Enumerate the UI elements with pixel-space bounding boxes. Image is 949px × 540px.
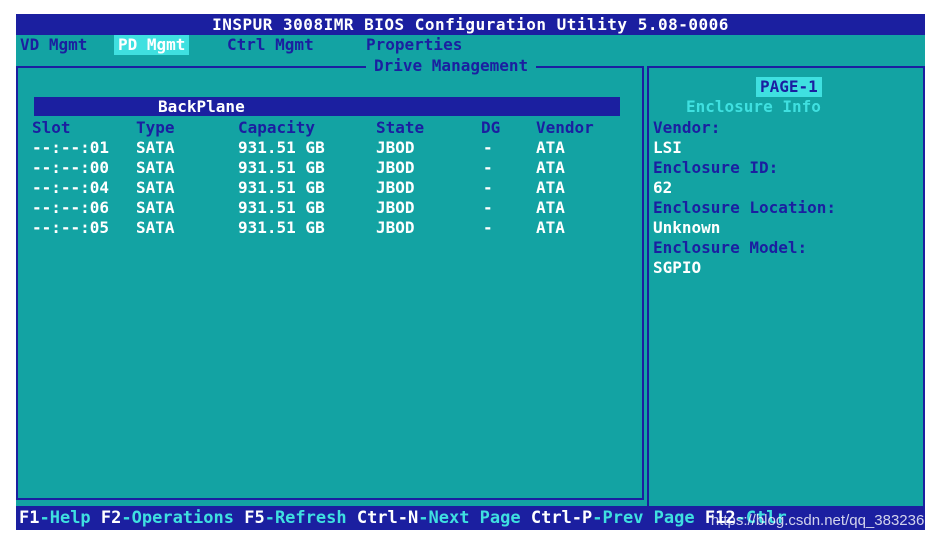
enclosure-model-label: Enclosure Model: — [653, 238, 808, 257]
vendor-value: LSI — [653, 138, 682, 157]
page-indicator: PAGE-1 — [756, 77, 822, 97]
ctrl-n-text: -Next Page — [418, 508, 531, 528]
f5-key[interactable]: F5 — [244, 508, 264, 528]
f5-text: -Refresh — [264, 508, 357, 528]
menu-pd-mgmt[interactable]: PD Mgmt — [114, 35, 190, 55]
cell-vendor: ATA — [536, 158, 565, 177]
cell-capacity: 931.51 GB — [238, 218, 325, 237]
cell-state: JBOD — [376, 218, 415, 237]
menu-vd-mgmt[interactable]: VD Mgmt — [16, 35, 91, 55]
enclosure-location-value: Unknown — [653, 218, 721, 237]
ctrl-n-key[interactable]: Ctrl-N — [357, 508, 418, 528]
backplane-header[interactable]: BackPlane — [34, 97, 620, 116]
cell-type: SATA — [136, 198, 175, 217]
f1-text: -Help — [39, 508, 101, 528]
vendor-label: Vendor: — [653, 118, 721, 137]
f2-key[interactable]: F2 — [101, 508, 121, 528]
enclosure-model-value: SGPIO — [653, 258, 702, 277]
cell-dg: - — [483, 178, 493, 197]
bios-screen: INSPUR 3008IMR BIOS Configuration Utilit… — [16, 14, 925, 530]
f2-text: -Operations — [121, 508, 245, 528]
cell-type: SATA — [136, 138, 175, 157]
backplane-label: BackPlane — [158, 97, 245, 116]
enclosure-location-label: Enclosure Location: — [653, 198, 837, 217]
cell-capacity: 931.51 GB — [238, 138, 325, 157]
enclosure-id-label: Enclosure ID: — [653, 158, 779, 177]
ctrl-p-key[interactable]: Ctrl-P — [531, 508, 592, 528]
col-capacity: Capacity — [238, 118, 316, 137]
menu-bar: VD Mgmt PD Mgmt Ctrl Mgmt Properties — [16, 35, 925, 55]
ctrl-p-text: -Prev Page — [592, 508, 705, 528]
cell-slot: --:--:05 — [32, 218, 110, 237]
cell-vendor: ATA — [536, 218, 565, 237]
cell-vendor: ATA — [536, 138, 565, 157]
cell-type: SATA — [136, 218, 175, 237]
f1-key[interactable]: F1 — [19, 508, 39, 528]
enclosure-id-value: 62 — [653, 178, 673, 197]
enclosure-info-title: Enclosure Info — [686, 97, 821, 116]
cell-type: SATA — [136, 158, 175, 177]
cell-slot: --:--:01 — [32, 138, 110, 157]
cell-dg: - — [483, 158, 493, 177]
menu-properties[interactable]: Properties — [362, 35, 466, 55]
col-state: State — [376, 118, 425, 137]
cell-state: JBOD — [376, 198, 415, 217]
cell-capacity: 931.51 GB — [238, 198, 325, 217]
panel-title: Drive Management — [366, 56, 537, 76]
cell-state: JBOD — [376, 178, 415, 197]
cell-capacity: 931.51 GB — [238, 178, 325, 197]
title-bar: INSPUR 3008IMR BIOS Configuration Utilit… — [16, 14, 925, 35]
cell-slot: --:--:06 — [32, 198, 110, 217]
col-vendor: Vendor — [536, 118, 594, 137]
cell-slot: --:--:00 — [32, 158, 110, 177]
col-type: Type — [136, 118, 175, 137]
cell-dg: - — [483, 138, 493, 157]
cell-vendor: ATA — [536, 178, 565, 197]
col-dg: DG — [481, 118, 501, 137]
cell-dg: - — [483, 218, 493, 237]
cell-dg: - — [483, 198, 493, 217]
cell-type: SATA — [136, 178, 175, 197]
menu-ctrl-mgmt[interactable]: Ctrl Mgmt — [223, 35, 318, 55]
col-slot: Slot — [32, 118, 71, 137]
cell-capacity: 931.51 GB — [238, 158, 325, 177]
cell-vendor: ATA — [536, 198, 565, 217]
app-title: INSPUR 3008IMR BIOS Configuration Utilit… — [212, 15, 729, 34]
cell-state: JBOD — [376, 138, 415, 157]
cell-slot: --:--:04 — [32, 178, 110, 197]
watermark-text: https://blog.csdn.net/qq_38323690 — [710, 512, 941, 529]
cell-state: JBOD — [376, 158, 415, 177]
